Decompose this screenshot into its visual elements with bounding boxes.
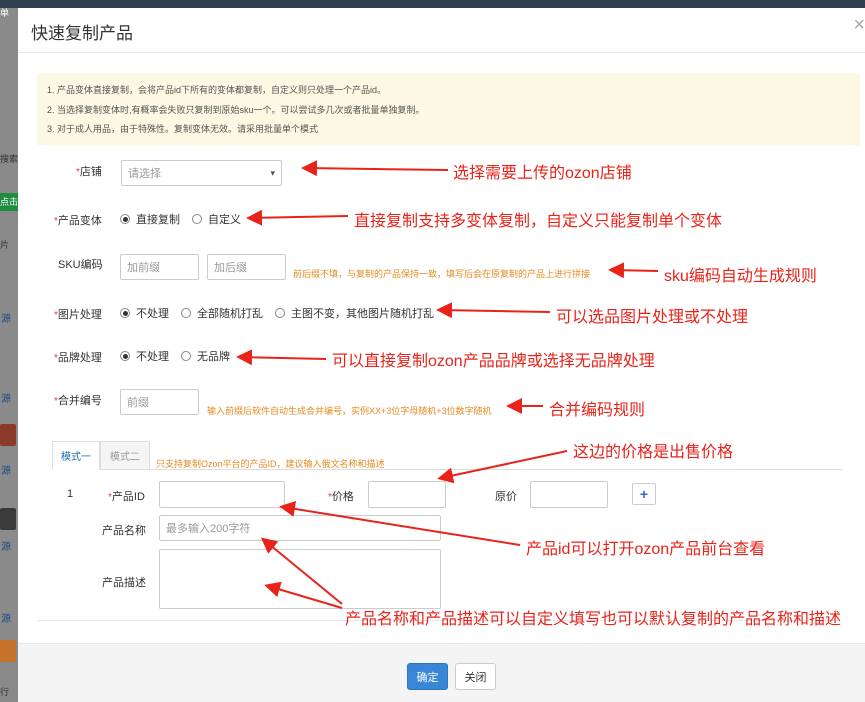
store-label: *店铺	[76, 166, 102, 178]
annotation-product-id: 产品id可以打开ozon产品前台查看	[526, 541, 766, 558]
image-label: *图片处理	[54, 309, 102, 321]
notice-line: 3. 对于成人用品，由于特殊性。复制变体无效。请采用批量单个模式	[47, 124, 319, 134]
tab-mode-two[interactable]: 模式二	[100, 441, 150, 470]
background-upload-button: 点击上传	[0, 193, 18, 211]
variant-label: *产品变体	[54, 215, 102, 227]
annotation-brand: 可以直接复制ozon产品品牌或选择无品牌处理	[332, 353, 655, 370]
background-link: 源	[1, 466, 11, 477]
product-desc-textarea[interactable]	[159, 549, 441, 609]
brand-option-none[interactable]: 不处理	[120, 348, 169, 364]
variant-option-custom[interactable]: 自定义	[192, 211, 241, 227]
tab-mode-one[interactable]: 模式一	[52, 441, 100, 470]
background-tag: 搜索	[0, 154, 18, 164]
radio-icon	[192, 214, 202, 224]
confirm-button[interactable]: 确定	[407, 663, 448, 690]
background-link: 源	[1, 314, 11, 325]
sku-prefix-input[interactable]: 加前缀	[120, 254, 199, 280]
background-thumbnail	[0, 640, 16, 662]
price-input[interactable]	[368, 481, 446, 508]
close-icon[interactable]: ×	[853, 14, 865, 37]
brand-option-no-brand[interactable]: 无品牌	[181, 348, 230, 364]
sku-hint: 前后缀不填，与复制的产品保持一致，填写后会在原复制的产品上进行拼接	[293, 269, 591, 279]
annotation-sku: sku编码自动生成规则	[664, 268, 817, 285]
chevron-down-icon: ▾	[270, 168, 275, 178]
merge-hint: 输入前缀后软件自动生成合并编号，实例XX+3位字母随机+3位数字随机	[207, 406, 492, 416]
image-radio-group: 不处理 全部随机打乱 主图不变，其他图片随机打乱	[120, 305, 446, 321]
image-option-none[interactable]: 不处理	[120, 305, 169, 321]
background-tag: 单	[0, 8, 10, 18]
product-name-input[interactable]: 最多输入200字符	[159, 515, 441, 541]
brand-radio-group: 不处理 无品牌	[120, 348, 242, 364]
tabs-hint: 只支持复制Ozon平台的产品ID，建议输入俄文名称和描述	[156, 459, 385, 469]
modal-header: 快速复制产品 ×	[18, 8, 865, 53]
background-link: 源	[1, 542, 11, 553]
radio-icon	[275, 308, 285, 318]
desc-label: 产品描述	[102, 577, 146, 589]
variant-option-direct[interactable]: 直接复制	[120, 211, 180, 227]
radio-icon	[181, 308, 191, 318]
close-button[interactable]: 关闭	[455, 663, 496, 690]
annotation-merge: 合并编码规则	[549, 402, 646, 419]
brand-label: *品牌处理	[54, 352, 102, 364]
image-option-shuffle-all[interactable]: 全部随机打乱	[181, 305, 263, 321]
add-row-button[interactable]: +	[632, 483, 656, 505]
annotation-price: 这边的价格是出售价格	[573, 444, 734, 461]
background-text: 行	[0, 687, 10, 697]
product-id-input[interactable]	[159, 481, 285, 508]
background-thumbnail	[0, 424, 16, 446]
annotation-store: 选择需要上传的ozon店铺	[453, 165, 632, 182]
annotation-name-desc: 产品名称和产品描述可以自定义填写也可以默认复制的产品名称和描述	[345, 611, 842, 628]
notice-box: 1. 产品变体直接复制，会将产品id下所有的变体都复制，自定义则只处理一个产品i…	[37, 73, 860, 145]
background-tag: 片	[0, 240, 10, 250]
sku-suffix-input[interactable]: 加后缀	[207, 254, 286, 280]
orig-price-input[interactable]	[530, 481, 608, 508]
background-left-column	[0, 8, 18, 702]
radio-checked-icon	[120, 351, 130, 361]
background-top-navbar	[0, 0, 865, 8]
store-select-placeholder: 请选择	[128, 168, 161, 180]
store-select[interactable]: 请选择 ▾	[121, 160, 282, 186]
radio-icon	[181, 351, 191, 361]
merge-prefix-input[interactable]: 前缀	[120, 389, 199, 415]
background-link: 源	[1, 394, 11, 405]
name-label: 产品名称	[102, 525, 146, 537]
modal-title: 快速复制产品	[31, 24, 133, 43]
variant-radio-group: 直接复制 自定义	[120, 211, 253, 227]
row-index: 1	[67, 488, 74, 500]
product-id-label: *产品ID	[108, 491, 145, 503]
background-thumbnail	[0, 508, 16, 530]
merge-label: *合并编号	[54, 395, 102, 407]
notice-line: 1. 产品变体直接复制，会将产品id下所有的变体都复制，自定义则只处理一个产品i…	[47, 85, 387, 95]
background-link: 源	[1, 614, 11, 625]
radio-checked-icon	[120, 214, 130, 224]
radio-checked-icon	[120, 308, 130, 318]
sku-label: SKU编码	[58, 259, 103, 271]
price-label: *价格	[328, 491, 354, 503]
orig-price-label: 原价	[495, 491, 517, 503]
modal-footer: 确定 关闭	[18, 643, 865, 702]
annotation-image: 可以选品图片处理或不处理	[556, 309, 749, 326]
annotation-variant: 直接复制支持多变体复制，自定义只能复制单个变体	[354, 213, 723, 230]
notice-line: 2. 当选择复制变体时,有概率会失败只复制到原始sku一个。可以尝试多几次或者批…	[47, 104, 425, 115]
image-option-shuffle-others[interactable]: 主图不变，其他图片随机打乱	[275, 305, 434, 321]
